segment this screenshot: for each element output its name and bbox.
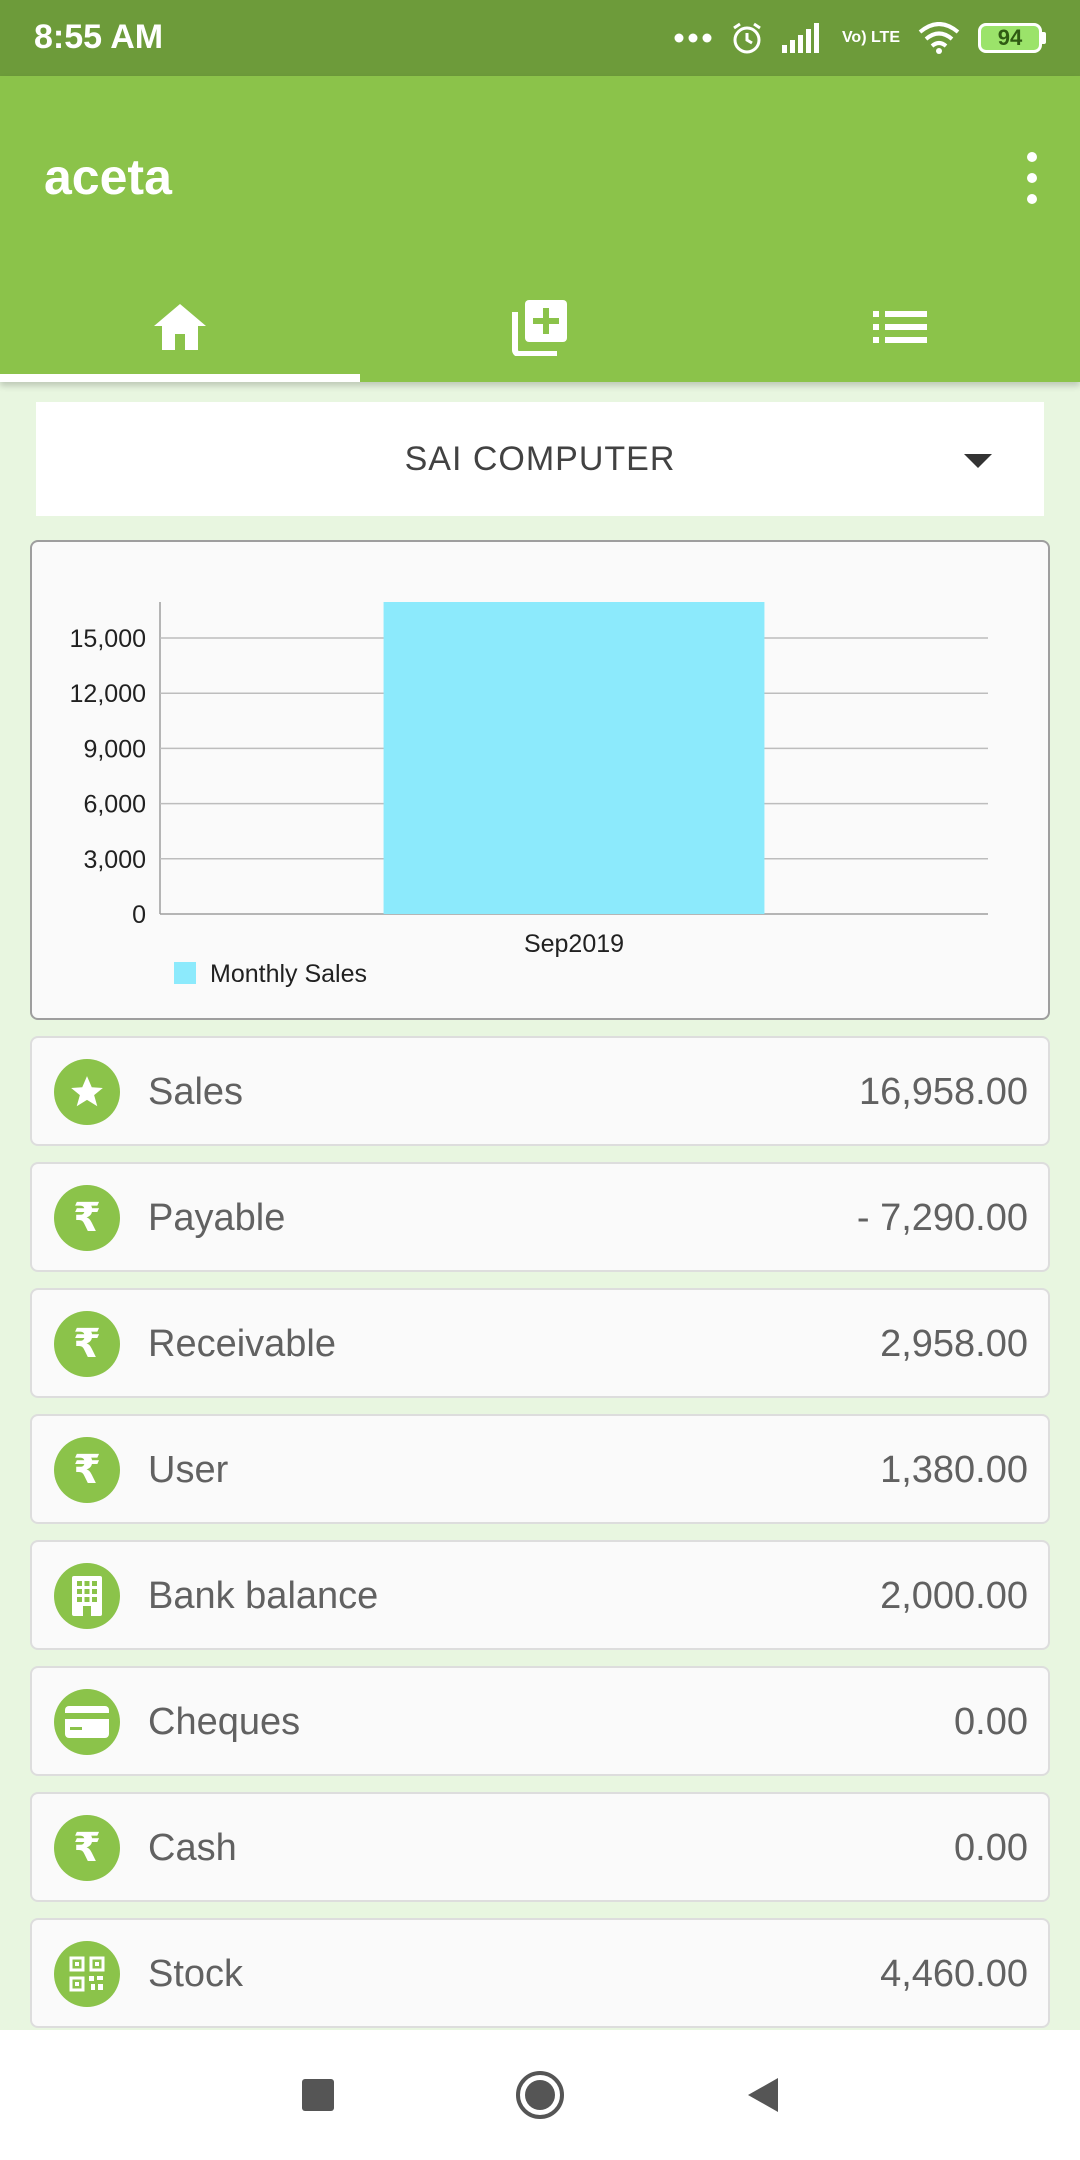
legend-label: Monthly Sales — [210, 960, 367, 988]
y-tick-label: 12,000 — [70, 680, 146, 708]
summary-row-receivable[interactable]: ₹ Receivable 2,958.00 — [30, 1288, 1050, 1398]
tab-add-entry[interactable] — [360, 272, 720, 382]
tab-indicator — [0, 374, 360, 382]
row-value: - 7,290.00 — [856, 1197, 1028, 1239]
status-time: 8:55 AM — [34, 18, 164, 56]
tab-home[interactable] — [0, 272, 360, 382]
summary-row-cash[interactable]: ₹ Cash 0.00 — [30, 1792, 1050, 1902]
row-label: Cash — [148, 1827, 237, 1869]
row-value: 1,380.00 — [880, 1449, 1028, 1491]
status-icons: Vo) LTE 94 — [674, 14, 1046, 62]
row-label: Payable — [148, 1197, 286, 1239]
chart-svg: 0 3,000 6,000 9,000 12,000 15,000 Sep2019 Month… — [70, 602, 988, 988]
battery-icon: 94 — [978, 23, 1046, 53]
summary-row-sales[interactable]: Sales 16,958.00 — [30, 1036, 1050, 1146]
home-icon — [154, 304, 206, 350]
summary-row-cheques[interactable]: Cheques 0.00 — [30, 1666, 1050, 1776]
more-vert-icon — [1027, 152, 1037, 162]
back-button[interactable] — [744, 2076, 780, 2114]
recents-button[interactable] — [300, 2077, 336, 2113]
company-dropdown[interactable]: SAI COMPUTER — [36, 402, 1044, 516]
y-tick-label: 3,000 — [83, 846, 146, 874]
system-navigation-bar — [0, 2030, 1080, 2160]
summary-row-payable[interactable]: ₹ Payable - 7,290.00 — [30, 1162, 1050, 1272]
volte-lte-icon: Vo) LTE — [841, 29, 900, 46]
star-icon — [54, 1059, 120, 1125]
row-value: 2,000.00 — [880, 1575, 1028, 1617]
add-note-icon — [512, 300, 567, 356]
bar — [383, 602, 765, 914]
wifi-icon — [918, 22, 960, 54]
y-tick-label: 0 — [132, 901, 146, 929]
company-dropdown-value: SAI COMPUTER — [404, 439, 676, 478]
legend-swatch — [174, 962, 196, 984]
signal-icon — [781, 23, 819, 53]
y-tick-label: 15,000 — [70, 625, 146, 653]
bank-building-icon — [54, 1563, 120, 1629]
row-value: 0.00 — [954, 1701, 1028, 1743]
tab-list[interactable] — [720, 272, 1080, 382]
row-label: Receivable — [148, 1323, 336, 1365]
rupee-icon: ₹ — [54, 1185, 120, 1251]
rupee-icon: ₹ — [54, 1815, 120, 1881]
app-bar: aceta — [0, 76, 1080, 382]
battery-level: 94 — [978, 23, 1042, 53]
rupee-icon: ₹ — [54, 1437, 120, 1503]
row-value: 0.00 — [954, 1827, 1028, 1869]
tab-bar — [0, 272, 1080, 382]
overflow-menu-button[interactable] — [1012, 146, 1052, 210]
summary-row-stock[interactable]: Stock 4,460.00 — [30, 1918, 1050, 2028]
row-label: Cheques — [148, 1701, 301, 1743]
row-label: Stock — [148, 1953, 244, 1995]
dropdown-arrow-icon — [964, 454, 992, 468]
list-icon — [873, 311, 927, 343]
x-tick-label: Sep2019 — [524, 930, 624, 958]
row-label: Sales — [148, 1071, 244, 1113]
monthly-sales-chart: 0 3,000 6,000 9,000 12,000 15,000 Sep2019 Month… — [30, 540, 1050, 1020]
y-tick-label: 6,000 — [83, 791, 146, 819]
row-label: Bank balance — [148, 1575, 379, 1617]
row-value: 16,958.00 — [858, 1071, 1028, 1113]
app-title: aceta — [44, 149, 172, 205]
credit-card-icon — [54, 1689, 120, 1755]
qr-code-icon — [54, 1941, 120, 2007]
status-bar: 8:55 AM Vo) LTE 94 — [0, 0, 1080, 76]
summary-row-bank-balance[interactable]: Bank balance 2,000.00 — [30, 1540, 1050, 1650]
row-label: User — [148, 1449, 229, 1491]
summary-row-user[interactable]: ₹ User 1,380.00 — [30, 1414, 1050, 1524]
row-value: 2,958.00 — [880, 1323, 1028, 1365]
home-button[interactable] — [514, 2069, 566, 2121]
alarm-icon — [733, 22, 761, 54]
more-notifications-icon — [674, 33, 712, 43]
row-value: 4,460.00 — [880, 1953, 1028, 1995]
y-tick-label: 9,000 — [83, 735, 146, 763]
rupee-icon: ₹ — [54, 1311, 120, 1377]
